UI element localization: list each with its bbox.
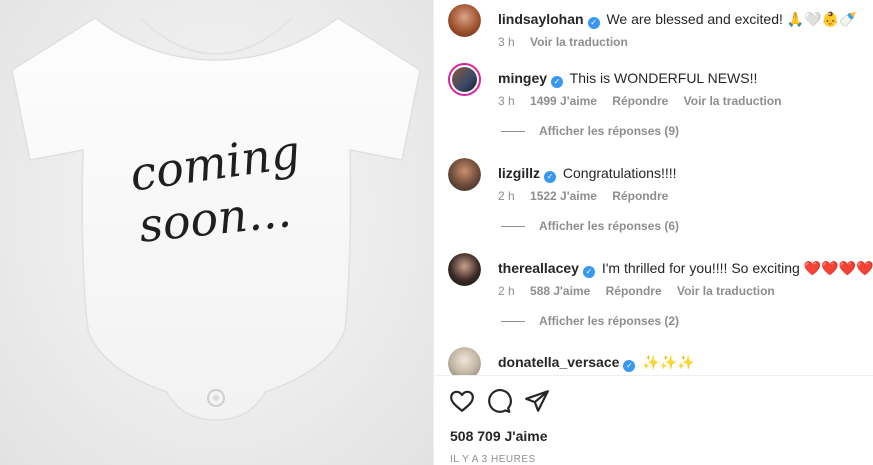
reply-button[interactable]: Répondre [606, 284, 662, 298]
comment-username[interactable]: thereallacey [498, 260, 579, 276]
reply-button[interactable]: Répondre [612, 94, 668, 108]
view-replies-button[interactable]: Afficher les réponses (6) [501, 219, 679, 233]
caption-username[interactable]: lindsaylohan [498, 11, 584, 27]
verified-badge-icon: ✓ [587, 17, 600, 29]
verified-badge-icon: ✓ [623, 360, 636, 372]
verified-badge-icon: ✓ [582, 266, 595, 278]
comment-time[interactable]: 2 h [498, 284, 515, 298]
avatar[interactable] [448, 63, 481, 96]
share-icon[interactable] [524, 388, 550, 414]
translate-link[interactable]: Voir la traduction [530, 35, 628, 49]
comment-likes[interactable]: 1522 J'aime [530, 189, 597, 203]
comment-likes[interactable]: 588 J'aime [530, 284, 590, 298]
avatar[interactable] [448, 253, 481, 286]
comment-text: This is WONDERFUL NEWS!! [569, 70, 758, 86]
avatar[interactable] [448, 347, 481, 375]
view-replies-button[interactable]: Afficher les réponses (9) [501, 124, 679, 138]
reply-button[interactable]: Répondre [612, 189, 668, 203]
comment-text: I'm thrilled for you!!!! So exciting ❤️❤… [601, 260, 873, 276]
avatar[interactable] [448, 158, 481, 191]
translate-link[interactable]: Voir la traduction [677, 284, 775, 298]
comment-text: ✨✨✨ [642, 354, 695, 370]
post-image[interactable]: coming soon... [0, 0, 433, 465]
comment-username[interactable]: donatella_versace [498, 354, 619, 370]
post-side-panel: lindsaylohan ✓ We are blessed and excited… [433, 0, 873, 465]
comments-list[interactable]: lindsaylohan ✓ We are blessed and excited… [434, 0, 873, 375]
comment-time[interactable]: 3 h [498, 94, 515, 108]
comment-time[interactable]: 2 h [498, 189, 515, 203]
comment-text: Congratulations!!!! [562, 165, 677, 181]
avatar[interactable] [448, 4, 481, 37]
likes-count[interactable]: 508 709 J'aime [450, 428, 548, 444]
view-replies-button[interactable]: Afficher les réponses (2) [501, 314, 679, 328]
caption-text: We are blessed and excited! 🙏🤍👶🍼 [606, 11, 857, 27]
verified-badge-icon: ✓ [551, 76, 564, 88]
comment-icon[interactable] [486, 388, 512, 414]
comment-username[interactable]: lizgillz [498, 165, 540, 181]
comment-likes[interactable]: 1499 J'aime [530, 94, 597, 108]
comment-username[interactable]: mingey [498, 70, 547, 86]
post-timestamp[interactable]: IL Y A 3 HEURES [450, 454, 536, 465]
caption-time[interactable]: 3 h [498, 35, 515, 49]
heart-icon[interactable] [449, 388, 475, 414]
post-actions-bar: 508 709 J'aime IL Y A 3 HEURES [434, 375, 873, 465]
translate-link[interactable]: Voir la traduction [684, 94, 782, 108]
verified-badge-icon: ✓ [544, 171, 556, 183]
